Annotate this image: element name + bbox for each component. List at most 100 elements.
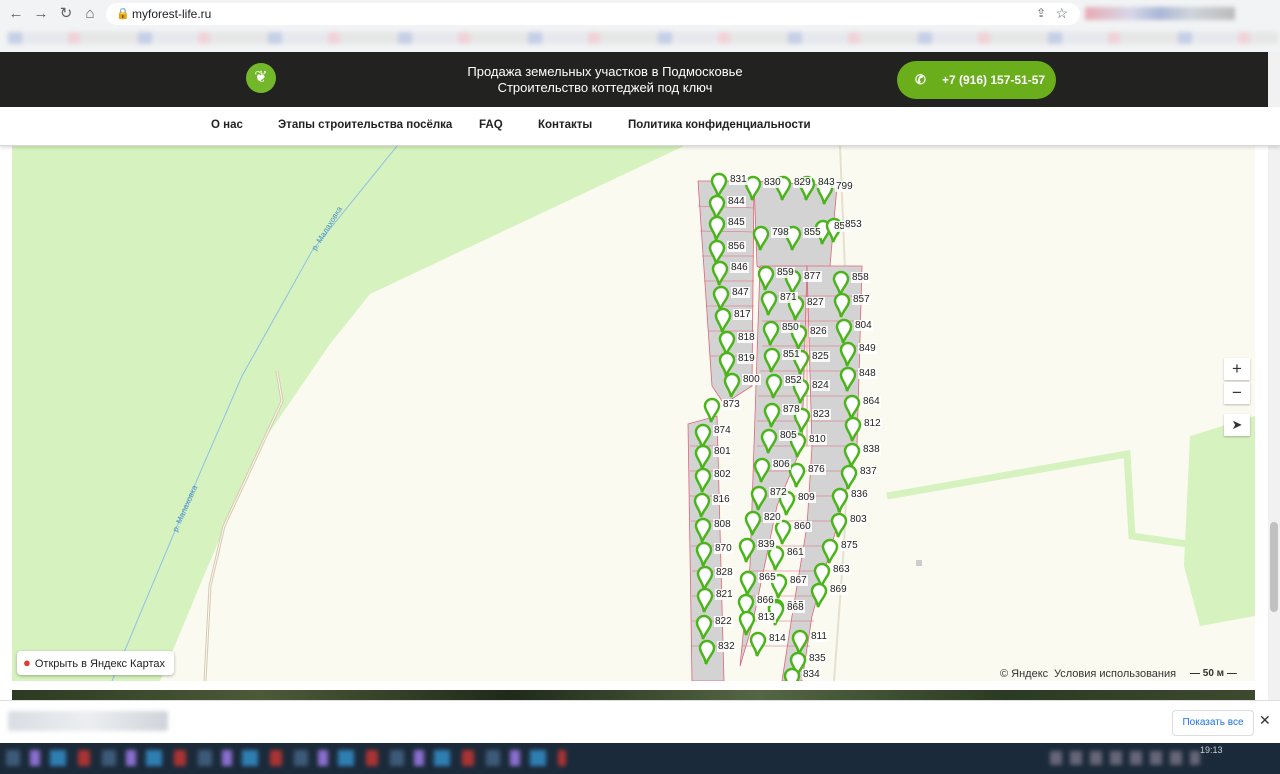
system-tray[interactable] [1050, 751, 1200, 765]
lot-label-856: 856 [727, 241, 746, 252]
nav-item-stages[interactable]: Этапы строительства посёлка [278, 119, 452, 131]
lot-label-850: 850 [781, 322, 800, 333]
download-bar: Показать все ✕ [0, 700, 1280, 744]
lot-label-824: 824 [811, 380, 830, 391]
lot-pin-813[interactable] [738, 610, 756, 636]
open-in-yandex-maps-button[interactable]: ● Открыть в Яндекс Картах [17, 651, 174, 675]
nav-item-faq[interactable]: FAQ [479, 119, 503, 131]
back-icon[interactable]: ← [6, 4, 26, 24]
lot-label-859: 859 [776, 267, 795, 278]
terms-of-use-link[interactable]: Условия использования [1054, 668, 1176, 680]
url-field[interactable]: 🔒 myforest-life.ru ⇪ ☆ [106, 3, 1080, 25]
show-all-downloads-button[interactable]: Показать все [1172, 710, 1254, 736]
extensions-area[interactable] [1085, 7, 1235, 20]
phone-button[interactable]: ✆ +7 (916) 157-51-57 [897, 61, 1056, 99]
scroll-thumb[interactable] [1270, 522, 1278, 612]
forest-area [12, 146, 684, 681]
lot-label-849: 849 [858, 343, 877, 354]
lot-label-826: 826 [809, 326, 828, 337]
download-item[interactable] [8, 711, 168, 731]
lot-label-832: 832 [717, 641, 736, 652]
lot-label-811: 811 [810, 631, 828, 642]
map-pin-icon: ● [23, 655, 31, 670]
lot-label-855: 855 [803, 227, 822, 238]
lot-label-839: 839 [757, 539, 776, 550]
zoom-in-button[interactable]: + [1224, 358, 1250, 380]
lot-label-874: 874 [713, 425, 732, 436]
lot-label-847: 847 [731, 287, 750, 298]
page-scrollbar[interactable] [1268, 52, 1280, 700]
phone-icon: ✆ [915, 72, 926, 87]
site-tagline: Продажа земельных участков в Подмосковье… [420, 64, 790, 96]
lot-pin-834[interactable] [783, 667, 801, 681]
map-marker-square [916, 560, 922, 566]
os-taskbar: 19:13 [0, 743, 1280, 774]
tree-logo-icon[interactable]: ❦ [246, 63, 276, 93]
share-icon[interactable]: ⇪ [1036, 6, 1046, 20]
url-text: myforest-life.ru [132, 7, 212, 21]
lot-label-867: 867 [789, 575, 808, 586]
lot-label-814: 814 [768, 633, 787, 644]
lot-pin-876[interactable] [788, 462, 806, 488]
lot-label-848: 848 [858, 368, 877, 379]
site-header: ❦ Продажа земельных участков в Подмосков… [0, 52, 1280, 107]
lot-label-812: 812 [863, 418, 882, 429]
lot-label-825: 825 [811, 351, 830, 362]
lot-pin-860[interactable] [774, 519, 792, 545]
lot-label-827: 827 [806, 297, 825, 308]
lot-label-851: 851 [782, 349, 801, 360]
nav-item-about[interactable]: О нас [211, 119, 243, 131]
lot-label-861: 861 [786, 547, 805, 558]
lot-pin-814[interactable] [749, 631, 767, 657]
lot-label-866: 866 [756, 595, 775, 606]
lot-label-816: 816 [712, 494, 731, 505]
lot-label-852: 852 [784, 375, 803, 386]
lot-label-813: 813 [757, 612, 776, 623]
taskbar-clock: 19:13 [1200, 745, 1223, 755]
lot-label-853: 853 [844, 219, 863, 230]
forest-area-right [1184, 416, 1255, 626]
home-icon[interactable]: ⌂ [80, 4, 100, 24]
lot-label-857: 857 [852, 294, 871, 305]
lot-label-838: 838 [862, 444, 881, 455]
nav-item-contacts[interactable]: Контакты [538, 119, 592, 131]
geolocation-icon[interactable]: ➤ [1224, 414, 1250, 436]
lot-label-873: 873 [722, 399, 741, 410]
close-icon[interactable]: ✕ [1259, 712, 1271, 729]
address-bar-row: ← → ↻ ⌂ 🔒 myforest-life.ru ⇪ ☆ [0, 0, 1280, 28]
lot-label-837: 837 [859, 466, 878, 477]
zoom-out-button[interactable]: − [1224, 382, 1250, 404]
lot-label-868: 868 [786, 602, 805, 613]
bookmark-star-icon[interactable]: ☆ [1055, 5, 1068, 22]
lot-label-876: 876 [807, 464, 826, 475]
lot-label-800: 800 [742, 374, 761, 385]
lot-pin-861[interactable] [767, 545, 785, 571]
lot-label-845: 845 [727, 217, 746, 228]
nav-item-privacy[interactable]: Политика конфиденциальности [628, 119, 811, 131]
browser-chrome: ← → ↻ ⌂ 🔒 myforest-life.ru ⇪ ☆ [0, 0, 1280, 52]
taskbar-apps[interactable] [6, 750, 566, 766]
lot-label-817: 817 [733, 309, 752, 320]
lot-label-801: 801 [713, 446, 732, 457]
lot-label-809: 809 [797, 492, 816, 503]
map-canvas[interactable] [12, 146, 1255, 681]
lot-label-843: 843 [817, 177, 836, 188]
lot-label-858: 858 [851, 272, 870, 283]
map-scale: — 50 м — [1190, 668, 1237, 679]
lot-label-875: 875 [840, 540, 859, 551]
forward-icon[interactable]: → [31, 4, 51, 24]
lot-label-864: 864 [862, 396, 881, 407]
tagline-line-2: Строительство коттеджей под ключ [497, 80, 713, 95]
lot-label-822: 822 [714, 616, 733, 627]
lot-label-802: 802 [713, 469, 732, 480]
yandex-map[interactable]: 831 830 829 843 799 844 845 798 855 854 853 856 846 8… [12, 146, 1255, 681]
phone-number: +7 (916) 157-51-57 [942, 73, 1046, 87]
lot-label-870: 870 [714, 543, 733, 554]
lot-label-819: 819 [737, 353, 756, 364]
bookmarks-bar[interactable] [8, 32, 1278, 44]
main-nav: О нас Этапы строительства посёлка FAQ Ко… [0, 107, 1280, 146]
lock-icon[interactable]: 🔒 [116, 7, 130, 20]
reload-icon[interactable]: ↻ [56, 4, 76, 24]
lot-label-823: 823 [812, 409, 831, 420]
lot-label-865: 865 [758, 572, 777, 583]
